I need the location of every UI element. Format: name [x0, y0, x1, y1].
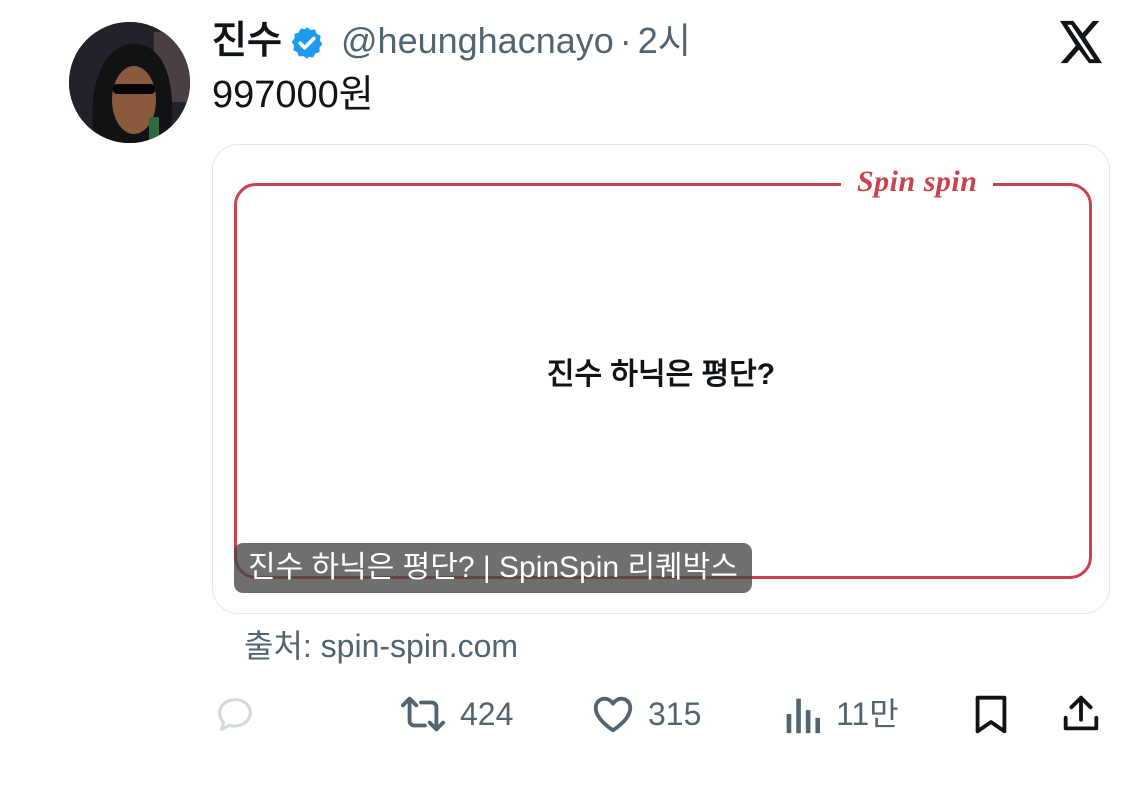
like-count: 315 — [648, 696, 702, 732]
like-button[interactable]: 315 — [590, 690, 701, 738]
bookmark-icon — [975, 695, 1007, 734]
retweet-icon — [400, 696, 446, 732]
bookmark-button[interactable] — [968, 690, 1014, 738]
views-icon — [786, 698, 821, 734]
handle[interactable]: @heunghacnayo — [341, 20, 614, 61]
share-icon — [1063, 695, 1099, 731]
tweet-meta: @heunghacnayo · 2시 — [341, 16, 691, 66]
reply-icon — [218, 698, 252, 731]
avatar[interactable] — [69, 22, 190, 143]
verified-badge-icon — [291, 27, 323, 59]
views-button[interactable]: 11만 — [780, 690, 899, 738]
retweet-count: 424 — [460, 696, 514, 732]
card-title-caption: 진수 하닉은 평단? | SpinSpin 리퀘박스 — [234, 543, 752, 593]
meta-separator: · — [619, 20, 632, 61]
card-brand-logo: Spin spin — [841, 163, 994, 201]
display-name[interactable]: 진수 — [212, 16, 282, 66]
timestamp[interactable]: 2시 — [638, 20, 691, 61]
tweet-text: 997000원 — [212, 74, 374, 116]
card-question: 진수 하닉은 평단? — [546, 358, 776, 391]
reply-button[interactable] — [212, 690, 258, 738]
x-logo-icon[interactable] — [1058, 20, 1104, 64]
heart-icon — [593, 696, 633, 733]
link-card[interactable]: Spin spin 진수 하닉은 평단? 진수 하닉은 평단? | SpinSp… — [212, 144, 1110, 614]
retweet-button[interactable]: 424 — [398, 690, 513, 738]
views-count: 11만 — [836, 696, 899, 732]
avatar-image — [69, 22, 190, 143]
card-source-link[interactable]: 출처: spin-spin.com — [244, 624, 518, 668]
share-button[interactable] — [1058, 690, 1104, 738]
